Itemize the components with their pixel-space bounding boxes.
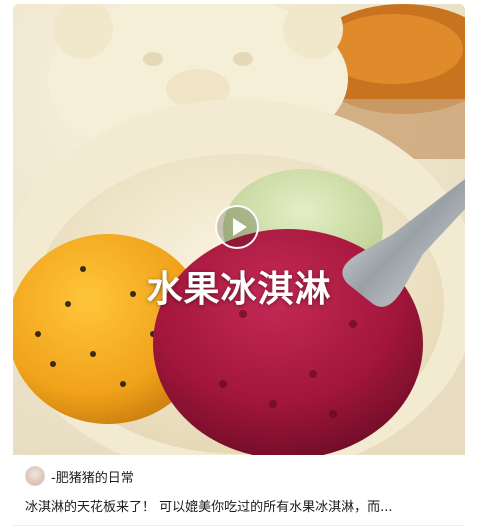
author-name[interactable]: -肥猪猪的日常 — [51, 467, 134, 486]
video-title-overlay: 水果冰淇淋 — [146, 269, 332, 310]
video-thumbnail[interactable]: 水果冰淇淋 — [13, 4, 465, 455]
post-meta: -肥猪猪的日常 冰淇淋的天花板来了！ 可以媲美你吃过的所有水果冰淇淋，而... — [13, 455, 465, 528]
play-icon — [233, 218, 247, 236]
divider — [13, 525, 465, 526]
author-avatar[interactable] — [25, 466, 45, 486]
video-card[interactable]: 水果冰淇淋 -肥猪猪的日常 冰淇淋的天花板来了！ 可以媲美你吃过的所有水果冰淇淋… — [13, 4, 465, 528]
author-row[interactable]: -肥猪猪的日常 — [25, 465, 134, 487]
post-description[interactable]: 冰淇淋的天花板来了！ 可以媲美你吃过的所有水果冰淇淋，而... — [25, 496, 455, 515]
play-button[interactable] — [215, 205, 259, 249]
